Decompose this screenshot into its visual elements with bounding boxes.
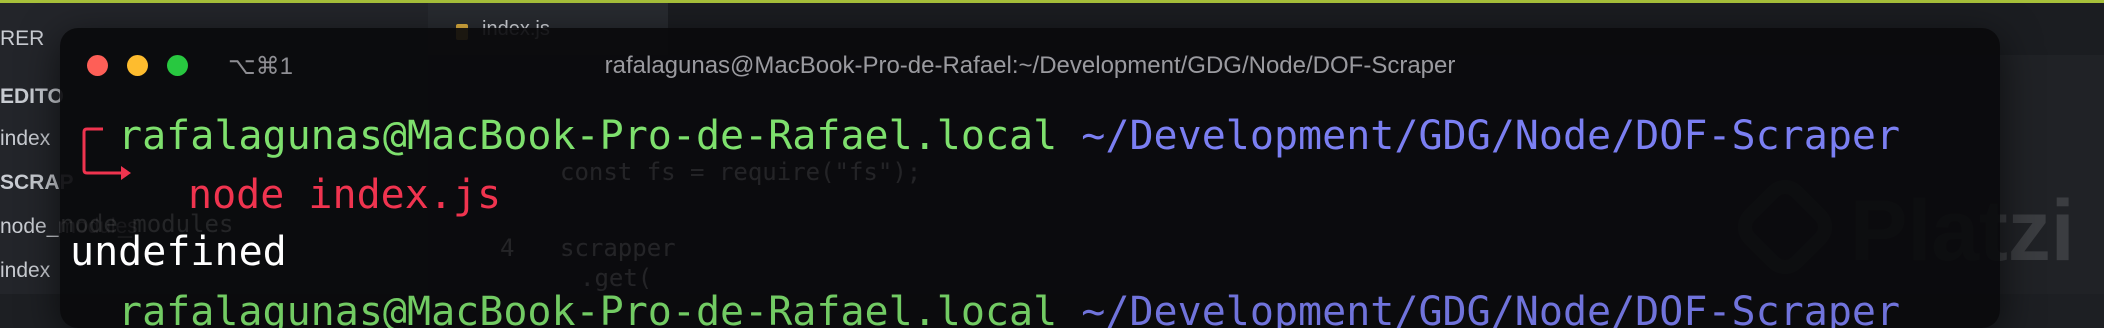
ghost-code-line-1: const fs = require("fs"); <box>560 158 922 186</box>
terminal-window[interactable]: ⌥⌘1 rafalagunas@MacBook-Pro-de-Rafael:~/… <box>60 28 2000 328</box>
sidebar-file-index-2[interactable]: index <box>0 259 50 283</box>
ghost-code-line-2: scrapper <box>560 234 676 262</box>
terminal-titlebar[interactable]: ⌥⌘1 rafalagunas@MacBook-Pro-de-Rafael:~/… <box>60 28 2000 106</box>
next-prompt-line: rafalagunas@MacBook-Pro-de-Rafael.local … <box>118 288 1900 328</box>
command-line: node index.js <box>188 171 501 219</box>
prompt-line: rafalagunas@MacBook-Pro-de-Rafael.local … <box>118 112 1900 160</box>
output-line: undefined <box>70 228 287 276</box>
next-prompt-path: ~/Development/GDG/Node/DOF-Scraper <box>1081 289 1901 328</box>
next-prompt-user-host: rafalagunas@MacBook-Pro-de-Rafael.local <box>118 289 1058 328</box>
prompt-path: ~/Development/GDG/Node/DOF-Scraper <box>1081 113 1901 159</box>
sidebar-title: RER <box>0 27 45 50</box>
sidebar-section-editors[interactable]: EDITO <box>0 85 64 109</box>
ghost-line-number: 4 <box>500 234 515 262</box>
command-text: node index.js <box>188 172 502 218</box>
window-title: rafalagunas@MacBook-Pro-de-Rafael:~/Deve… <box>604 52 1456 79</box>
prompt-user-host: rafalagunas@MacBook-Pro-de-Rafael.local <box>118 113 1058 159</box>
sidebar-file-index[interactable]: index <box>0 127 50 151</box>
command-output: undefined <box>70 229 287 275</box>
